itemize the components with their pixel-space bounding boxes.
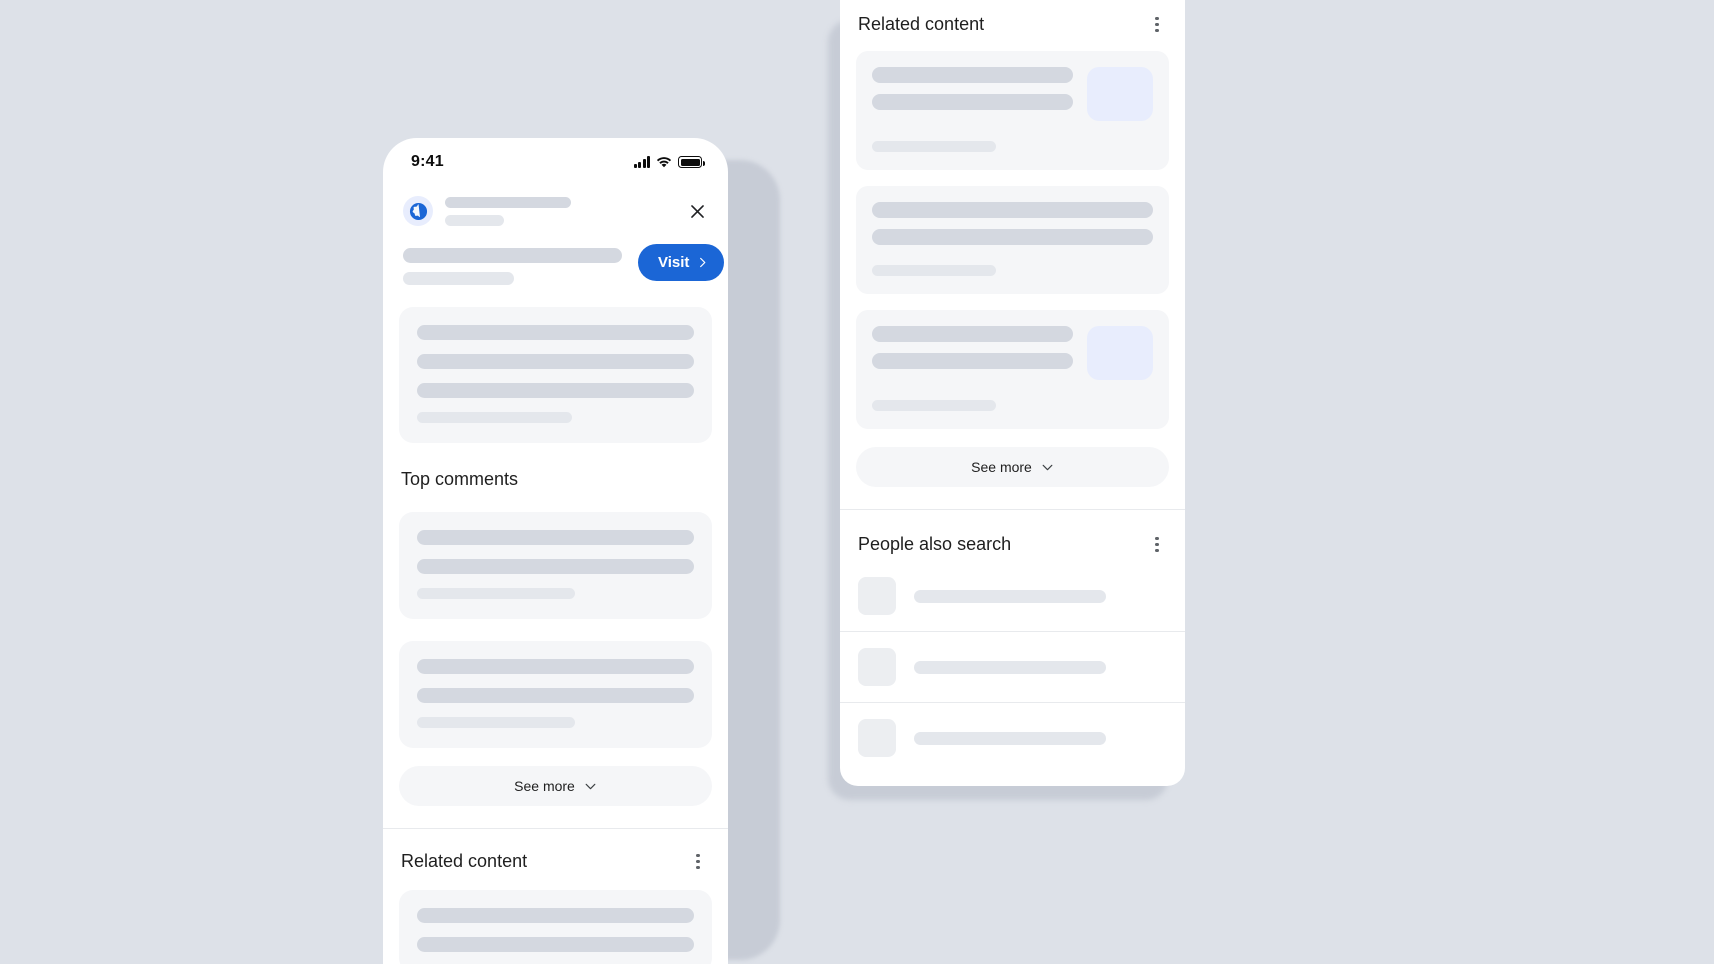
panel-related-content-header: Related content <box>840 0 1185 35</box>
wifi-icon <box>656 157 672 168</box>
comment-card <box>399 512 712 619</box>
related-content-card[interactable] <box>856 51 1169 170</box>
skeleton-line <box>417 908 694 923</box>
skeleton-line <box>872 141 996 152</box>
skeleton-line <box>872 265 996 276</box>
skeleton-line <box>872 94 1073 110</box>
more-vertical-icon[interactable] <box>1147 535 1167 555</box>
phone-status-bar: 9:41 <box>383 138 728 186</box>
card-footer <box>872 265 1153 276</box>
related-content-panel: Related content See more People also sea… <box>840 0 1185 786</box>
card-footer <box>872 141 1153 152</box>
phone-url-row: Visit <box>383 226 728 285</box>
chevron-right-icon <box>700 257 706 268</box>
phone-related-content-title: Related content <box>401 851 528 871</box>
chevron-down-icon <box>1042 464 1053 470</box>
see-more-button[interactable]: See more <box>399 766 712 806</box>
more-vertical-icon[interactable] <box>1147 15 1167 35</box>
skeleton-line <box>417 383 694 398</box>
visit-button[interactable]: Visit <box>638 244 725 281</box>
skeleton-line <box>872 400 996 411</box>
related-content-card[interactable] <box>856 310 1169 429</box>
skeleton-line <box>417 559 694 574</box>
skeleton-line <box>872 353 1073 369</box>
skeleton-line <box>417 354 694 369</box>
close-icon[interactable] <box>684 198 710 224</box>
list-item[interactable] <box>840 632 1185 703</box>
result-thumbnail-icon <box>858 577 896 615</box>
globe-icon <box>403 196 433 226</box>
panel-title: Related content <box>858 14 985 34</box>
skeleton-line <box>403 272 514 285</box>
skeleton-line <box>417 717 575 728</box>
related-content-card[interactable] <box>856 186 1169 294</box>
skeleton-line <box>914 589 1106 603</box>
skeleton-line <box>417 688 694 703</box>
top-comments-heading: Top comments <box>401 469 519 489</box>
battery-full-icon <box>678 156 705 168</box>
panel-see-more-button[interactable]: See more <box>856 447 1169 487</box>
cellular-signal-icon <box>633 156 650 168</box>
phone-related-content-header: Related content <box>383 829 728 872</box>
skeleton-line <box>417 588 575 599</box>
skeleton-line <box>417 325 694 340</box>
skeleton-line <box>445 196 571 208</box>
list-item[interactable] <box>840 561 1185 632</box>
skeleton-line <box>872 67 1073 83</box>
phone-related-card <box>399 890 712 964</box>
card-text-skeleton <box>872 326 1073 369</box>
phone-mockup: 9:41 Visit Top comments See more Related… <box>383 138 728 964</box>
skeleton-line <box>445 214 504 226</box>
skeleton-line <box>403 248 622 263</box>
screen-root: 9:41 Visit Top comments See more Related… <box>0 0 1714 964</box>
result-thumbnail-icon <box>858 719 896 757</box>
status-bar-icons <box>633 156 705 168</box>
skeleton-line <box>417 412 573 423</box>
skeleton-line <box>914 660 1106 674</box>
people-also-search-header: People also search <box>840 510 1185 555</box>
skeleton-line <box>417 937 694 952</box>
people-also-search-title: People also search <box>858 534 1012 554</box>
skeleton-line <box>914 731 1106 745</box>
see-more-label: See more <box>971 459 1032 475</box>
comment-card <box>399 641 712 748</box>
status-bar-clock: 9:41 <box>411 153 444 170</box>
people-also-search-list <box>840 555 1185 773</box>
phone-title-skeleton <box>445 196 672 226</box>
visit-button-label: Visit <box>658 254 690 271</box>
skeleton-line <box>872 202 1153 218</box>
result-thumbnail-icon <box>858 648 896 686</box>
skeleton-line <box>872 326 1073 342</box>
card-body <box>872 67 1153 121</box>
card-text-skeleton <box>872 67 1073 110</box>
see-more-label: See more <box>514 778 575 794</box>
skeleton-line <box>872 229 1153 245</box>
card-body <box>872 326 1153 380</box>
card-text-skeleton <box>872 202 1153 245</box>
list-item[interactable] <box>840 703 1185 773</box>
card-thumbnail <box>1087 67 1153 121</box>
chevron-down-icon <box>585 783 596 789</box>
skeleton-line <box>417 659 694 674</box>
card-body <box>872 202 1153 245</box>
phone-result-header <box>383 186 728 226</box>
phone-content-card <box>399 307 712 443</box>
phone-url-skeleton <box>403 244 622 285</box>
skeleton-line <box>417 530 694 545</box>
more-vertical-icon[interactable] <box>688 852 708 872</box>
card-thumbnail <box>1087 326 1153 380</box>
card-footer <box>872 400 1153 411</box>
